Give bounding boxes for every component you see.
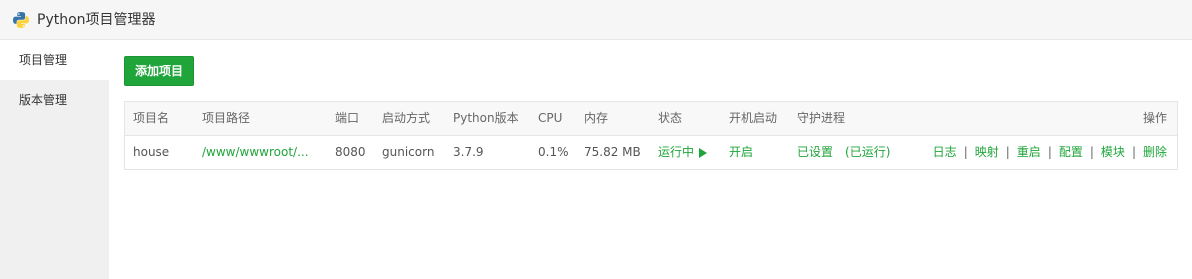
logs-link[interactable]: 日志 bbox=[933, 145, 957, 159]
header-path: 项目路径 bbox=[202, 111, 251, 125]
sidebar-item-project-management[interactable]: 项目管理 bbox=[0, 40, 109, 80]
project-table: 项目名 项目路径 端口 启动方式 Python版本 CPU 内存 状态 开机启动… bbox=[124, 101, 1178, 170]
separator: | bbox=[1005, 145, 1010, 159]
daemon-status: 已设置 bbox=[797, 145, 834, 159]
header-actions: 操作 bbox=[1142, 111, 1167, 125]
project-path-link[interactable]: /www/wwwroot/... bbox=[202, 136, 309, 169]
project-python-version: 3.7.9 bbox=[453, 145, 484, 159]
separator: | bbox=[963, 145, 968, 159]
status-toggle[interactable]: 运行中 bbox=[658, 136, 708, 169]
daemon-setting[interactable]: 已设置 (已运行) bbox=[797, 136, 890, 169]
status-text: 运行中 bbox=[658, 145, 695, 159]
header-start-mode: 启动方式 bbox=[382, 111, 431, 125]
separator: | bbox=[1131, 145, 1136, 159]
header-name: 项目名 bbox=[133, 111, 170, 125]
header-port: 端口 bbox=[335, 111, 360, 125]
header-autostart: 开机启动 bbox=[729, 111, 778, 125]
header-python-version: Python版本 bbox=[453, 111, 519, 125]
sidebar-item-version-management[interactable]: 版本管理 bbox=[0, 80, 109, 120]
header-status: 状态 bbox=[658, 111, 683, 125]
modules-link[interactable]: 模块 bbox=[1101, 145, 1125, 159]
project-name: house bbox=[133, 145, 170, 159]
autostart-toggle[interactable]: 开启 bbox=[729, 136, 753, 169]
table-header: 项目名 项目路径 端口 启动方式 Python版本 CPU 内存 状态 开机启动… bbox=[125, 102, 1177, 136]
table-row: house /www/wwwroot/... 8080 gunicorn 3.7… bbox=[125, 136, 1177, 169]
header-cpu: CPU bbox=[538, 111, 563, 125]
restart-link[interactable]: 重启 bbox=[1017, 145, 1041, 159]
project-start-mode: gunicorn bbox=[382, 145, 435, 159]
play-icon bbox=[699, 147, 708, 158]
separator: | bbox=[1047, 145, 1052, 159]
config-link[interactable]: 配置 bbox=[1059, 145, 1083, 159]
python-logo-icon bbox=[13, 12, 29, 28]
project-port: 8080 bbox=[335, 145, 366, 159]
header-memory: 内存 bbox=[584, 111, 609, 125]
daemon-running-state: (已运行) bbox=[845, 145, 891, 159]
window-titlebar: Python项目管理器 bbox=[0, 0, 1192, 40]
main-panel: 添加项目 项目名 项目路径 端口 启动方式 Python版本 CPU 内存 状态… bbox=[109, 40, 1192, 279]
delete-link[interactable]: 删除 bbox=[1143, 145, 1167, 159]
project-cpu: 0.1% bbox=[538, 145, 569, 159]
separator: | bbox=[1089, 145, 1094, 159]
sidebar: 项目管理 版本管理 bbox=[0, 40, 109, 279]
mapping-link[interactable]: 映射 bbox=[975, 145, 999, 159]
window-title: Python项目管理器 bbox=[37, 12, 156, 28]
add-project-button[interactable]: 添加项目 bbox=[124, 56, 194, 86]
project-memory: 75.82 MB bbox=[584, 145, 641, 159]
header-daemon: 守护进程 bbox=[797, 111, 846, 125]
row-actions: 日志 | 映射 | 重启 | 配置 | 模块 | 删除 bbox=[933, 136, 1167, 169]
